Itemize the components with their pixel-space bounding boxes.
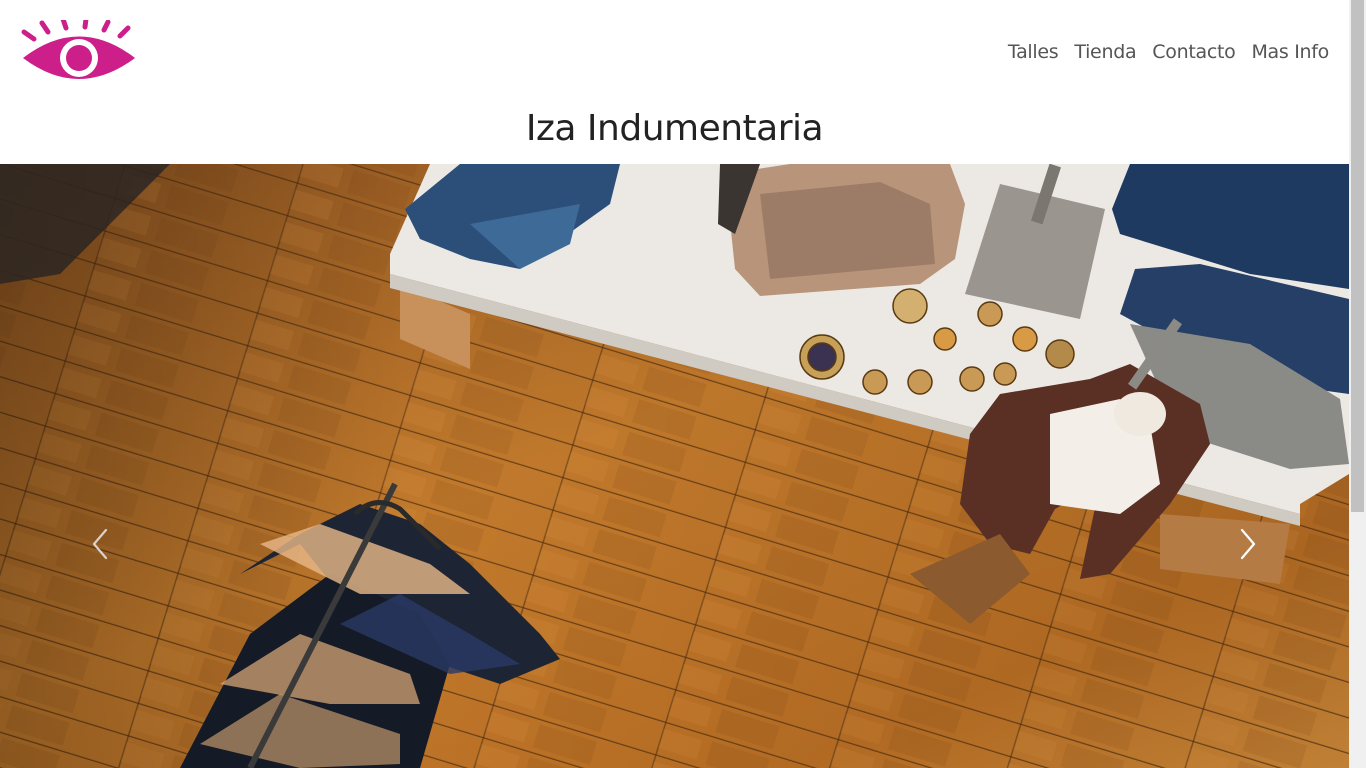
chevron-right-icon xyxy=(1240,528,1256,560)
hero-carousel xyxy=(0,164,1349,768)
main-nav: Talles Tienda Contacto Mas Info xyxy=(1008,41,1329,63)
nav-link-mas-info[interactable]: Mas Info xyxy=(1251,41,1329,63)
logo[interactable] xyxy=(20,16,138,84)
scrollbar-thumb[interactable] xyxy=(1351,0,1364,512)
eye-icon xyxy=(21,16,135,79)
chevron-left-icon xyxy=(92,528,108,560)
nav-link-contacto[interactable]: Contacto xyxy=(1152,41,1235,63)
carousel-prev-button[interactable] xyxy=(72,514,132,574)
vertical-scrollbar[interactable] xyxy=(1349,0,1366,768)
nav-link-talles[interactable]: Talles xyxy=(1008,41,1059,63)
nav-link-tienda[interactable]: Tienda xyxy=(1074,41,1136,63)
page: Talles Tienda Contacto Mas Info Iza Indu… xyxy=(0,0,1349,768)
carousel-image xyxy=(0,164,1349,768)
carousel-next-button[interactable] xyxy=(1218,514,1278,574)
page-title: Iza Indumentaria xyxy=(525,108,824,149)
